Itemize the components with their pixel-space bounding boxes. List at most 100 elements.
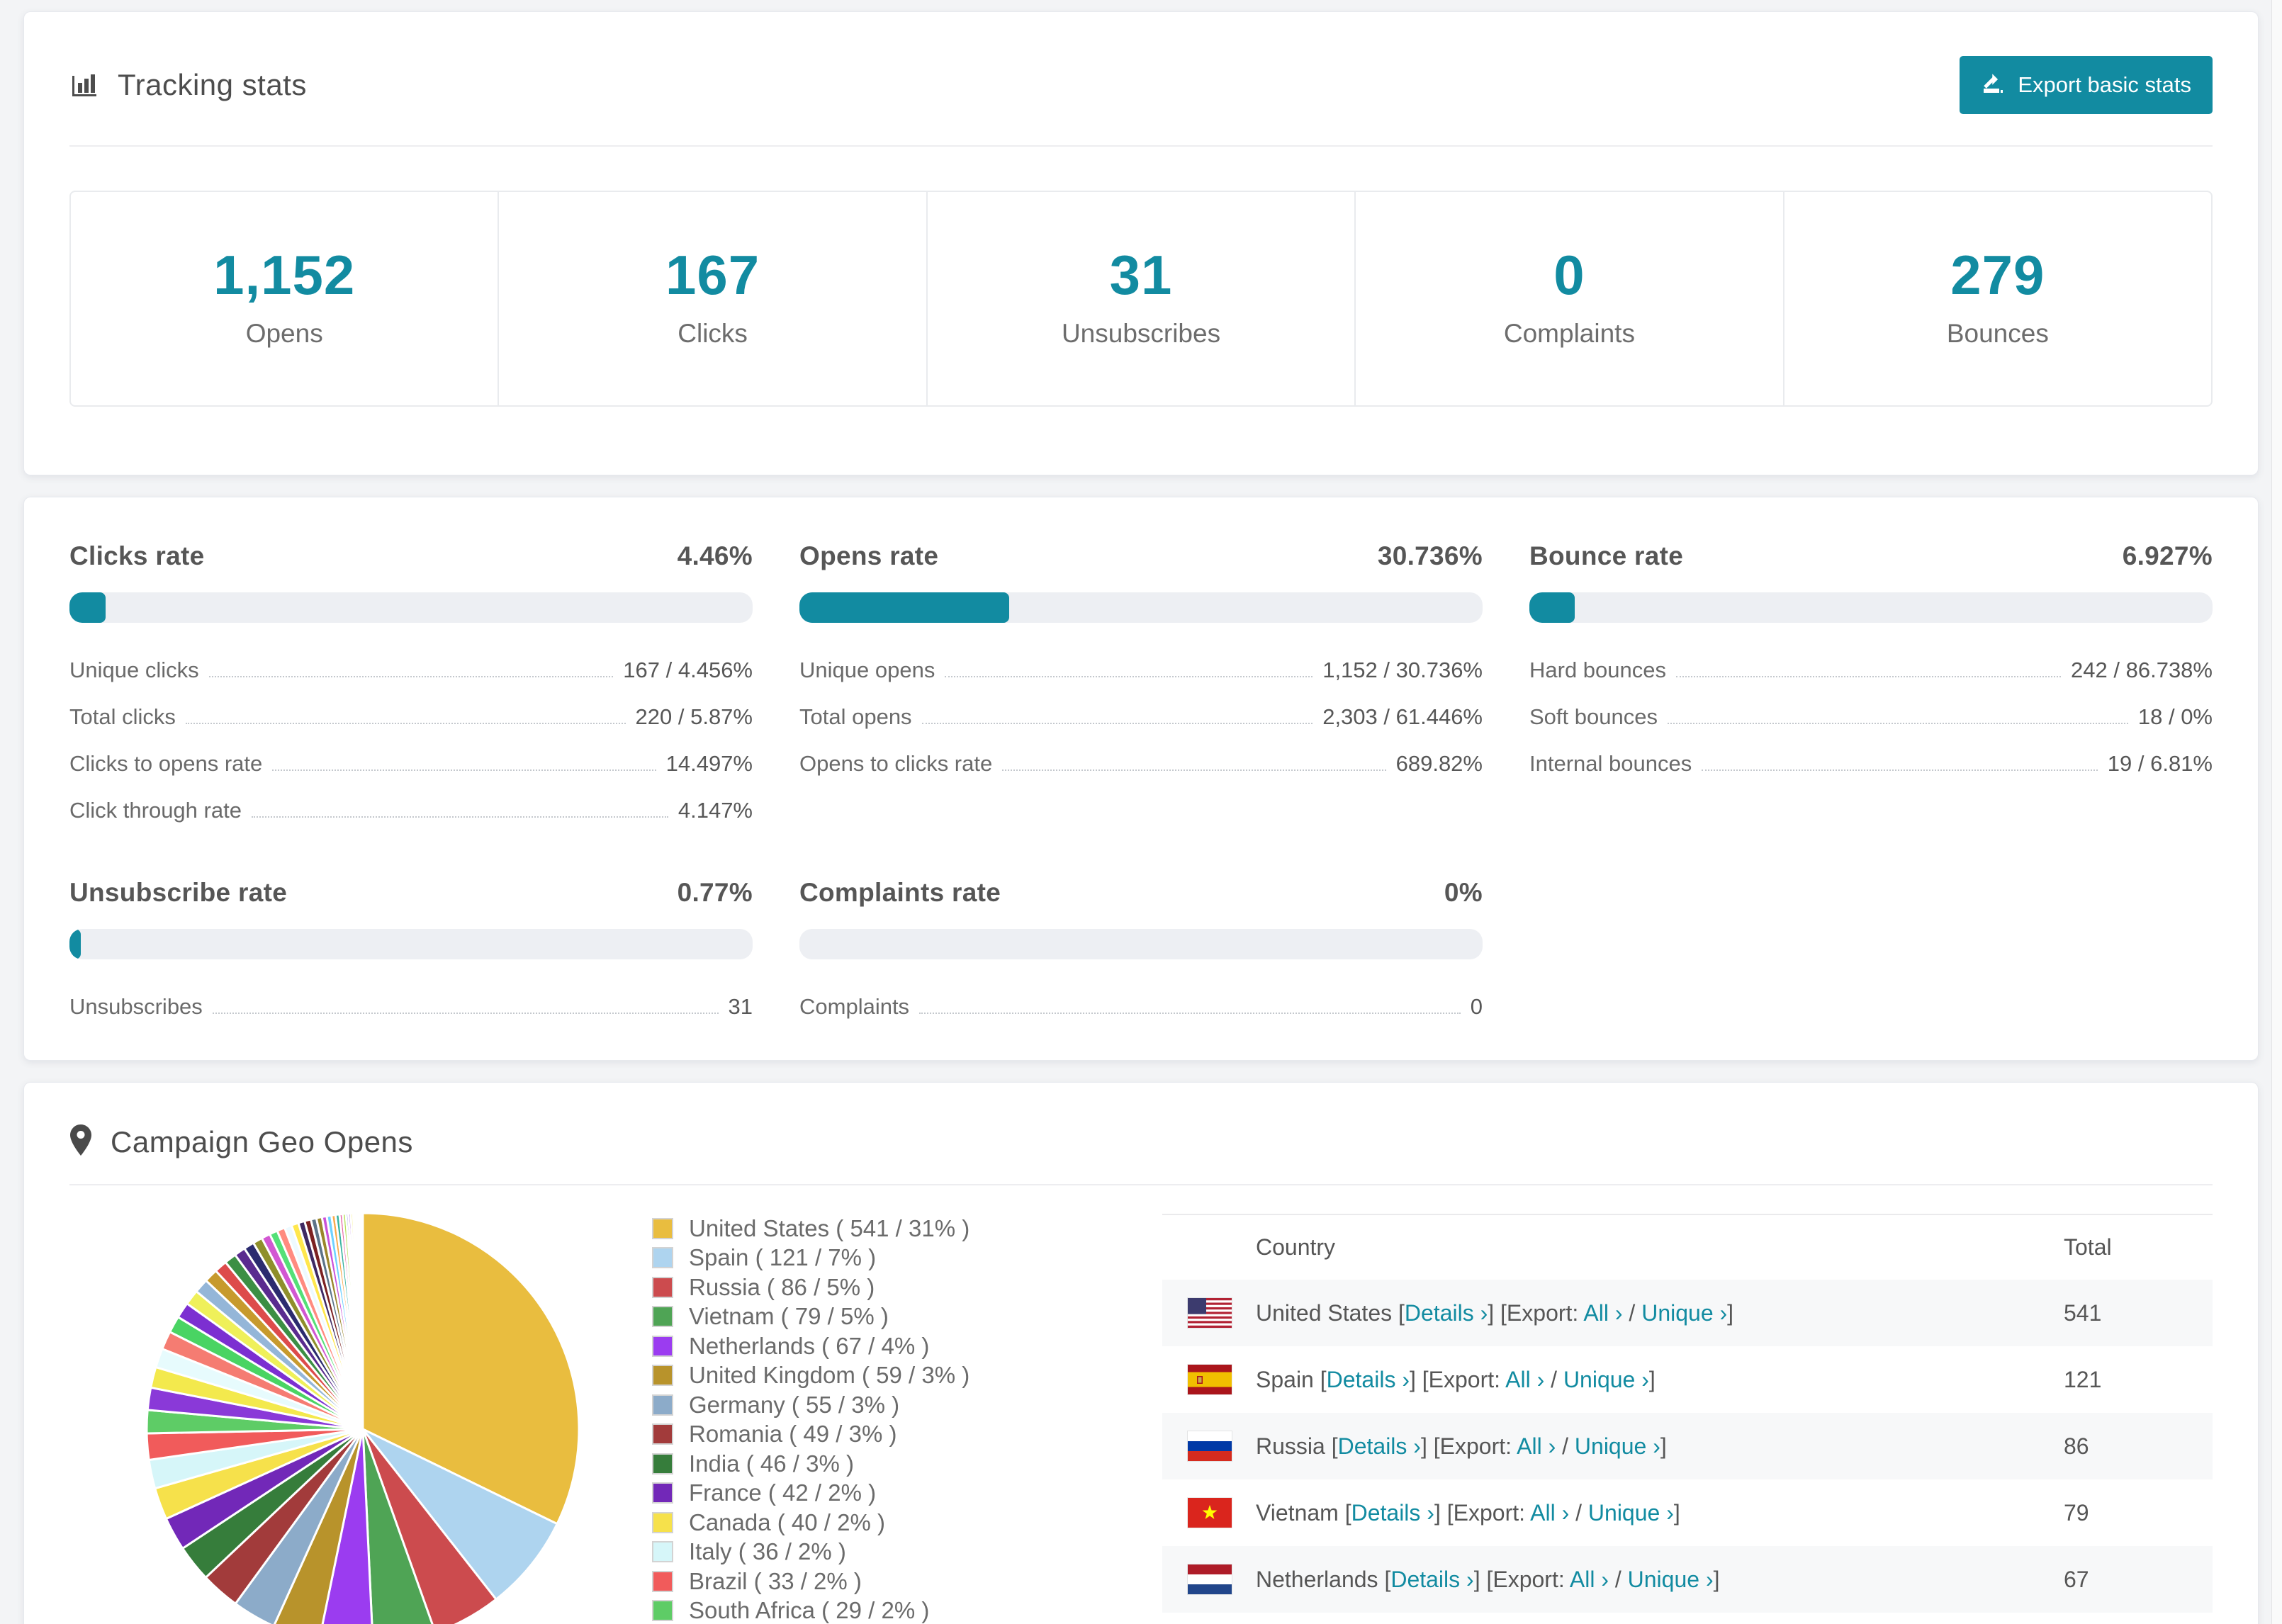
separator: / xyxy=(1551,1366,1558,1392)
legend-swatch xyxy=(652,1247,673,1269)
bracket: ] xyxy=(1673,1499,1680,1526)
export-unique-link[interactable]: Unique › xyxy=(1628,1567,1714,1592)
rate-stat-label: Internal bounces xyxy=(1529,751,1692,776)
rate-stat-label: Total opens xyxy=(799,704,912,729)
rate-rows: Unsubscribes 31 xyxy=(69,983,753,1030)
details-link[interactable]: Details › xyxy=(1338,1433,1421,1459)
rate-stat-value: 31 xyxy=(728,994,753,1019)
country-cell: United States [Details ›] [Export: All ›… xyxy=(1256,1300,2064,1326)
legend-swatch xyxy=(652,1306,673,1328)
rate-block: Clicks rate 4.46% Unique clicks 167 / 4.… xyxy=(69,541,753,834)
dotted-leader xyxy=(272,769,656,771)
dotted-leader xyxy=(208,676,614,677)
rate-progress-track xyxy=(69,592,753,623)
rate-title: Bounce rate xyxy=(1529,541,1684,570)
geo-title: Campaign Geo Opens xyxy=(111,1124,413,1158)
export-prefix: [Export: xyxy=(1486,1566,1565,1592)
rate-title-row: Opens rate 30.736% xyxy=(799,541,1483,571)
rate-stat-value: 167 / 4.456% xyxy=(623,658,753,682)
legend-item: Russia ( 86 / 5% ) xyxy=(652,1273,1077,1302)
rate-stat-label: Hard bounces xyxy=(1529,658,1667,682)
geo-table-body: United States [Details ›] [Export: All ›… xyxy=(1162,1280,2213,1624)
rate-stat-value: 14.497% xyxy=(665,751,753,776)
bracket: [ xyxy=(1398,1299,1405,1326)
legend-label: Italy ( 36 / 2% ) xyxy=(689,1538,846,1565)
map-pin-icon xyxy=(69,1124,92,1160)
country-flag-icon xyxy=(1188,1564,1232,1594)
rate-block: Unsubscribe rate 0.77% Unsubscribes 31 xyxy=(69,878,753,1030)
country-flag-icon xyxy=(1188,1498,1232,1528)
export-all-link[interactable]: All › xyxy=(1530,1500,1569,1526)
geo-legend: United States ( 541 / 31% ) Spain ( 121 … xyxy=(652,1185,1077,1624)
scrollbar-track[interactable] xyxy=(2271,0,2282,1624)
legend-label: Germany ( 55 / 3% ) xyxy=(689,1391,900,1418)
dotted-leader xyxy=(1676,676,2062,677)
details-link[interactable]: Details › xyxy=(1351,1500,1434,1526)
export-basic-stats-button[interactable]: Export basic stats xyxy=(1960,56,2213,114)
export-unique-link[interactable]: Unique › xyxy=(1575,1433,1660,1459)
country-flag-icon xyxy=(1188,1365,1232,1394)
stat-cell: 1,152 Opens xyxy=(71,192,498,405)
export-all-link[interactable]: All › xyxy=(1517,1433,1556,1459)
country-name: Russia xyxy=(1256,1433,1325,1459)
export-unique-link[interactable]: Unique › xyxy=(1641,1300,1727,1326)
total-cell: 67 xyxy=(2064,1566,2089,1592)
legend-label: Spain ( 121 / 7% ) xyxy=(689,1244,877,1271)
legend-label: India ( 46 / 3% ) xyxy=(689,1450,854,1477)
tracking-title-wrap: Tracking stats xyxy=(69,68,307,102)
dotted-leader xyxy=(945,676,1313,677)
rate-progress-track xyxy=(69,929,753,959)
rate-title: Opens rate xyxy=(799,541,939,570)
export-unique-link[interactable]: Unique › xyxy=(1563,1367,1649,1392)
country-cell: Vietnam [Details ›] [Export: All › / Uni… xyxy=(1256,1500,2064,1526)
stat-cell: 0 Complaints xyxy=(1354,192,1782,405)
legend-swatch xyxy=(652,1482,673,1504)
legend-label: South Africa ( 29 / 2% ) xyxy=(689,1597,930,1624)
rate-stat-value: 4.147% xyxy=(678,798,753,823)
legend-swatch xyxy=(652,1541,673,1563)
legend-label: United States ( 541 / 31% ) xyxy=(689,1214,970,1241)
legend-label: Romania ( 49 / 3% ) xyxy=(689,1421,897,1448)
export-prefix: [Export: xyxy=(1422,1366,1501,1392)
country-name: Vietnam xyxy=(1256,1499,1339,1526)
export-prefix: [Export: xyxy=(1500,1299,1579,1326)
details-link[interactable]: Details › xyxy=(1327,1367,1410,1392)
country-cell: Russia [Details ›] [Export: All › / Uniq… xyxy=(1256,1433,2064,1460)
rate-stat-value: 18 / 0% xyxy=(2137,704,2213,729)
rate-stat-value: 242 / 86.738% xyxy=(2071,658,2213,682)
rate-stat-row: Soft bounces 18 / 0% xyxy=(1529,694,2213,740)
rate-block: Opens rate 30.736% Unique opens 1,152 / … xyxy=(799,541,1483,834)
export-all-link[interactable]: All › xyxy=(1505,1367,1544,1392)
rate-stat-value: 19 / 6.81% xyxy=(2107,751,2213,776)
separator: / xyxy=(1629,1299,1636,1326)
geo-table-row: Russia [Details ›] [Export: All › / Uniq… xyxy=(1162,1413,2213,1479)
rate-stat-row: Unsubscribes 31 xyxy=(69,983,753,1030)
rate-stat-label: Unsubscribes xyxy=(69,994,203,1019)
bracket: [ xyxy=(1331,1433,1338,1459)
rate-stat-row: Opens to clicks rate 689.82% xyxy=(799,740,1483,787)
rate-progress-fill xyxy=(799,592,1009,623)
legend-item: Vietnam ( 79 / 5% ) xyxy=(652,1302,1077,1332)
stat-cell: 167 Clicks xyxy=(498,192,926,405)
export-all-link[interactable]: All › xyxy=(1583,1300,1622,1326)
legend-item: Germany ( 55 / 3% ) xyxy=(652,1390,1077,1420)
geo-pie-chart xyxy=(69,1185,652,1624)
rate-block: Complaints rate 0% Complaints 0 xyxy=(799,878,1483,1030)
rate-progress-track xyxy=(799,592,1483,623)
rate-block: Bounce rate 6.927% Hard bounces 242 / 86… xyxy=(1529,541,2213,834)
separator: / xyxy=(1575,1499,1583,1526)
legend-item: France ( 42 / 2% ) xyxy=(652,1479,1077,1509)
geo-table-row: United States [Details ›] [Export: All ›… xyxy=(1162,1280,2213,1346)
details-link[interactable]: Details › xyxy=(1405,1300,1488,1326)
rate-rows: Hard bounces 242 / 86.738% Soft bounces … xyxy=(1529,647,2213,787)
export-all-link[interactable]: All › xyxy=(1570,1567,1609,1592)
country-name: Spain xyxy=(1256,1366,1314,1392)
rate-title-row: Unsubscribe rate 0.77% xyxy=(69,878,753,908)
export-unique-link[interactable]: Unique › xyxy=(1588,1500,1674,1526)
stat-label: Clicks xyxy=(678,319,748,348)
legend-label: Brazil ( 33 / 2% ) xyxy=(689,1567,862,1594)
geo-table-row: United Kingdom [Details ›] [Export: All … xyxy=(1162,1613,2213,1624)
stat-value: 167 xyxy=(665,244,760,306)
details-link[interactable]: Details › xyxy=(1390,1567,1473,1592)
rate-stat-label: Click through rate xyxy=(69,798,242,823)
